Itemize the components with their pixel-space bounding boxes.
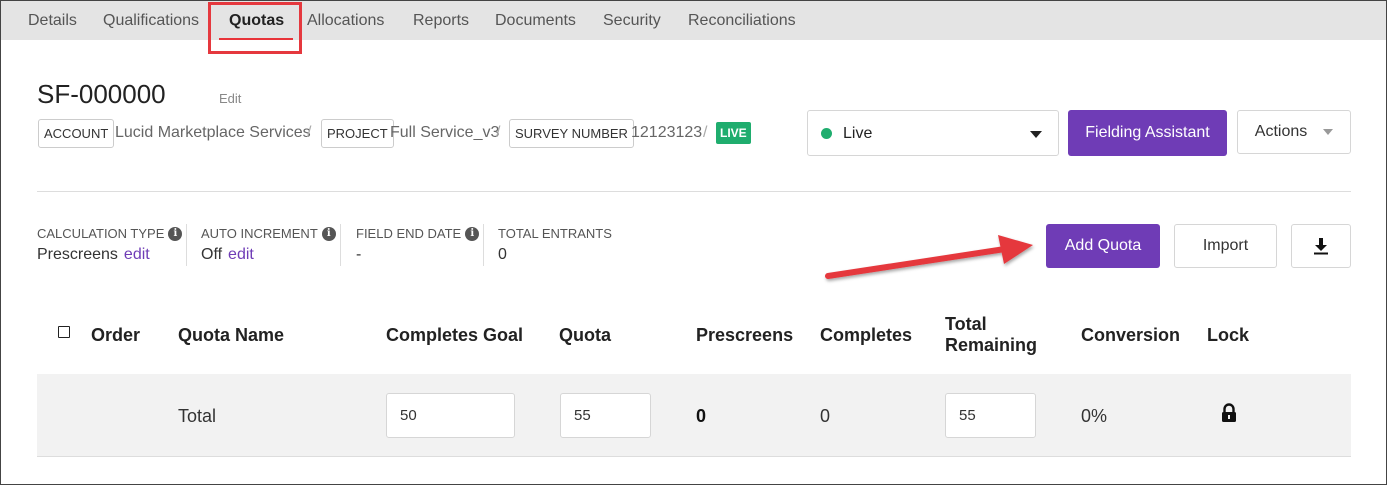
live-status-badge: LIVE bbox=[716, 122, 751, 144]
column-header-prescreens[interactable]: Prescreens bbox=[696, 325, 793, 346]
status-dot-icon bbox=[821, 128, 832, 139]
lock-icon[interactable] bbox=[1220, 403, 1238, 423]
quota-total-field[interactable]: 55 bbox=[560, 393, 651, 438]
edit-survey-link[interactable]: Edit bbox=[219, 91, 241, 106]
info-separator bbox=[483, 224, 484, 266]
column-header-conversion[interactable]: Conversion bbox=[1081, 325, 1180, 346]
select-all-checkbox[interactable] bbox=[58, 326, 70, 338]
column-header-completes-goal[interactable]: Completes Goal bbox=[386, 325, 523, 346]
column-header-completes[interactable]: Completes bbox=[820, 325, 912, 346]
survey-number-value: 12123123 bbox=[631, 124, 703, 141]
calculation-type-value: Prescreens bbox=[37, 246, 118, 263]
column-header-quota[interactable]: Quota bbox=[559, 325, 611, 346]
column-header-lock[interactable]: Lock bbox=[1207, 325, 1249, 346]
annotation-arrow-icon bbox=[825, 235, 1033, 279]
column-header-quota-name[interactable]: Quota Name bbox=[178, 325, 284, 346]
breadcrumb-separator: / bbox=[703, 124, 708, 141]
tab-documents[interactable]: Documents bbox=[495, 12, 576, 30]
survey-id-title: SF-000000 bbox=[37, 79, 166, 109]
tab-reports[interactable]: Reports bbox=[413, 12, 469, 30]
calculation-type-edit-link[interactable]: edit bbox=[124, 246, 150, 263]
calculation-type-label: CALCULATION TYPE bbox=[37, 226, 165, 241]
chevron-down-icon bbox=[1030, 131, 1042, 138]
project-tag: PROJECT bbox=[321, 119, 394, 148]
breadcrumb-separator: / bbox=[496, 124, 501, 141]
calculation-type-info: CALCULATION TYPE i Prescreens edit bbox=[37, 226, 183, 264]
tab-allocations[interactable]: Allocations bbox=[307, 12, 384, 30]
breadcrumb-separator: / bbox=[307, 124, 312, 141]
prescreens-total-value: 0 bbox=[696, 406, 707, 426]
completes-goal-total-field[interactable]: 50 bbox=[386, 393, 515, 438]
account-tag: ACCOUNT bbox=[38, 119, 115, 148]
info-separator bbox=[186, 224, 187, 266]
fielding-assistant-label: Fielding Assistant bbox=[1085, 124, 1210, 141]
tab-security[interactable]: Security bbox=[603, 12, 661, 30]
info-separator bbox=[340, 224, 341, 266]
add-quota-label: Add Quota bbox=[1064, 237, 1142, 254]
field-end-date-value: - bbox=[356, 246, 362, 263]
info-icon[interactable]: i bbox=[321, 226, 336, 241]
table-row-total bbox=[37, 374, 1351, 457]
auto-increment-info: AUTO INCREMENT i Off edit bbox=[201, 226, 336, 264]
account-value[interactable]: Lucid Marketplace Services bbox=[115, 124, 311, 142]
field-end-date-label: FIELD END DATE bbox=[356, 226, 462, 241]
annotation-highlight-box bbox=[208, 2, 302, 54]
total-entrants-info: TOTAL ENTRANTS 0 bbox=[498, 226, 612, 264]
actions-dropdown-button[interactable]: Actions bbox=[1237, 110, 1351, 154]
project-value[interactable]: Full Service_v3 bbox=[390, 124, 499, 142]
auto-increment-value: Off bbox=[201, 246, 223, 263]
tab-qualifications[interactable]: Qualifications bbox=[103, 12, 199, 30]
tab-details[interactable]: Details bbox=[28, 12, 77, 30]
auto-increment-edit-link[interactable]: edit bbox=[228, 246, 254, 263]
actions-label: Actions bbox=[1254, 123, 1308, 140]
column-header-total-remaining[interactable]: Total Remaining bbox=[945, 314, 1045, 356]
survey-number-tag: SURVEY NUMBER bbox=[509, 119, 634, 148]
field-end-date-info: FIELD END DATE i - bbox=[356, 226, 480, 264]
header-divider bbox=[37, 191, 1351, 192]
completes-total-value: 0 bbox=[820, 406, 831, 426]
info-icon[interactable]: i bbox=[465, 226, 480, 241]
import-button[interactable]: Import bbox=[1174, 224, 1277, 268]
total-entrants-label: TOTAL ENTRANTS bbox=[498, 226, 612, 241]
total-row-name: Total bbox=[178, 406, 217, 426]
status-select[interactable]: Live bbox=[807, 110, 1059, 156]
total-remaining-field[interactable]: 55 bbox=[945, 393, 1036, 438]
download-icon bbox=[1314, 238, 1328, 255]
import-label: Import bbox=[1202, 237, 1249, 254]
chevron-down-icon bbox=[1323, 129, 1334, 135]
conversion-total-value: 0% bbox=[1081, 406, 1108, 426]
info-icon[interactable]: i bbox=[168, 226, 183, 241]
tab-reconciliations[interactable]: Reconciliations bbox=[688, 12, 796, 30]
fielding-assistant-button[interactable]: Fielding Assistant bbox=[1068, 110, 1227, 156]
download-button[interactable] bbox=[1291, 224, 1351, 268]
status-select-value: Live bbox=[843, 125, 873, 142]
column-header-order[interactable]: Order bbox=[91, 325, 140, 346]
add-quota-button[interactable]: Add Quota bbox=[1046, 224, 1160, 268]
total-entrants-value: 0 bbox=[498, 246, 507, 263]
auto-increment-label: AUTO INCREMENT bbox=[201, 226, 318, 241]
